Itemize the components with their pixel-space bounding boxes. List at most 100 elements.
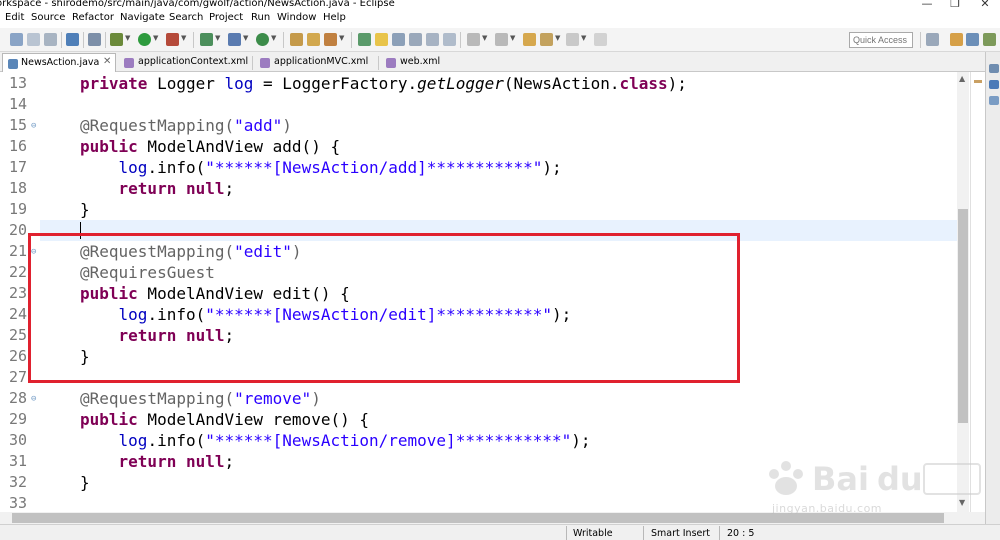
- new-class-icon[interactable]: [256, 33, 269, 46]
- show-whitespace-icon[interactable]: [426, 33, 439, 46]
- restore-view-icon[interactable]: [989, 64, 999, 73]
- chevron-down-icon[interactable]: ▼: [339, 34, 344, 42]
- last-edit-location-icon[interactable]: [523, 33, 536, 46]
- code-token: log: [118, 158, 148, 177]
- back-icon[interactable]: [540, 33, 553, 46]
- code-line[interactable]: 18 return null;: [0, 178, 960, 199]
- show-source-icon[interactable]: [443, 33, 456, 46]
- menu-navigate[interactable]: Navigate: [120, 12, 165, 23]
- save-all-icon[interactable]: [27, 33, 40, 46]
- menu-refactor[interactable]: Refactor: [72, 12, 114, 23]
- chevron-down-icon[interactable]: ▼: [215, 34, 220, 42]
- task-list-icon[interactable]: [989, 96, 999, 105]
- code-line[interactable]: 28 ⊖ @RequestMapping("remove"): [0, 388, 960, 409]
- quick-access-input[interactable]: [849, 32, 913, 48]
- print-icon[interactable]: [44, 33, 57, 46]
- menu-project[interactable]: Project: [209, 12, 243, 23]
- close-window-icon[interactable]: ✕: [970, 0, 1000, 10]
- fold-toggle-icon[interactable]: ⊖: [31, 116, 36, 137]
- forward-icon[interactable]: [566, 33, 579, 46]
- code-line[interactable]: 15 ⊖ @RequestMapping("add"): [0, 115, 960, 136]
- code-line[interactable]: 29 public ModelAndView remove() {: [0, 409, 960, 430]
- code-line[interactable]: 16 public ModelAndView add() {: [0, 136, 960, 157]
- open-folder-icon[interactable]: [307, 33, 320, 46]
- tab-label: NewsAction.java: [21, 57, 100, 68]
- xml-file-icon: [386, 58, 396, 68]
- line-number: 15: [9, 116, 28, 134]
- search-icon[interactable]: [324, 33, 337, 46]
- tab-applicationmvc-xml[interactable]: applicationMVC.xml: [256, 53, 376, 72]
- tab-applicationcontext-xml[interactable]: applicationContext.xml: [120, 53, 250, 72]
- menu-search[interactable]: Search: [169, 12, 203, 23]
- menu-help[interactable]: Help: [323, 12, 346, 23]
- line-number: 28: [9, 389, 28, 407]
- line-number: 29: [9, 410, 28, 428]
- toolbar-separator: [283, 32, 284, 48]
- minimize-icon[interactable]: —: [912, 0, 942, 10]
- menu-source[interactable]: Source: [31, 12, 65, 23]
- vertical-scroll-thumb[interactable]: [958, 209, 968, 423]
- terminal-icon[interactable]: [66, 33, 79, 46]
- open-perspective-icon[interactable]: [926, 33, 939, 46]
- new-package-icon[interactable]: [228, 33, 241, 46]
- overview-marker[interactable]: [974, 80, 982, 83]
- tab-web-xml[interactable]: web.xml: [382, 53, 452, 72]
- skip-breakpoints-icon[interactable]: [88, 33, 101, 46]
- outline-view-icon[interactable]: [989, 80, 999, 89]
- code-token: ): [311, 389, 321, 408]
- debug-perspective-icon[interactable]: [983, 33, 996, 46]
- code-editor[interactable]: 13 private Logger log = LoggerFactory.get…: [0, 72, 985, 512]
- code-token: = LoggerFactory.: [253, 74, 418, 93]
- chevron-down-icon[interactable]: ▼: [581, 34, 586, 42]
- chevron-down-icon[interactable]: ▼: [181, 34, 186, 42]
- close-icon[interactable]: ✕: [103, 56, 111, 67]
- external-tools-icon[interactable]: [166, 33, 179, 46]
- menu-edit[interactable]: Edit: [5, 12, 24, 23]
- block-selection-icon[interactable]: [409, 33, 422, 46]
- chevron-down-icon[interactable]: ▼: [243, 34, 248, 42]
- code-token: class: [619, 74, 668, 93]
- java-ee-perspective-icon[interactable]: [950, 33, 963, 46]
- tab-separator: [378, 56, 379, 70]
- chevron-down-icon[interactable]: ▼: [153, 34, 158, 42]
- save-icon[interactable]: [10, 33, 23, 46]
- chevron-down-icon[interactable]: ▼: [555, 34, 560, 42]
- code-text: log.info("******[NewsAction/remove]*****…: [80, 430, 591, 451]
- code-token: );: [542, 158, 562, 177]
- code-line[interactable]: 19}: [0, 199, 960, 220]
- overview-ruler[interactable]: [970, 72, 985, 512]
- toggle-mark-occurrences-icon[interactable]: [358, 33, 371, 46]
- code-token: ;: [224, 179, 235, 198]
- code-line[interactable]: 14: [0, 94, 960, 115]
- chevron-down-icon[interactable]: ▼: [510, 34, 515, 42]
- line-number: 17: [9, 158, 28, 176]
- chevron-down-icon[interactable]: ▼: [271, 34, 276, 42]
- toggle-highlight-icon[interactable]: [375, 33, 388, 46]
- open-type-icon[interactable]: [290, 33, 303, 46]
- tab-newsaction-java[interactable]: NewsAction.java ✕: [2, 53, 116, 72]
- run-icon[interactable]: [138, 33, 151, 46]
- tab-label: applicationMVC.xml: [274, 56, 369, 67]
- debug-icon[interactable]: [110, 33, 123, 46]
- code-line[interactable]: 17 log.info("******[NewsAction/add]*****…: [0, 157, 960, 178]
- menu-window[interactable]: Window: [277, 12, 316, 23]
- vertical-scrollbar[interactable]: ▲ ▼: [957, 72, 969, 512]
- next-annotation-icon[interactable]: [467, 33, 480, 46]
- code-line[interactable]: 13 private Logger log = LoggerFactory.get…: [0, 73, 960, 94]
- code-line[interactable]: 30 log.info("******[NewsAction/remove]**…: [0, 430, 960, 451]
- menu-run[interactable]: Run: [251, 12, 270, 23]
- java-perspective-icon[interactable]: [966, 33, 979, 46]
- status-writable: Writable: [573, 528, 613, 539]
- chevron-down-icon[interactable]: ▼: [482, 34, 487, 42]
- word-wrap-icon[interactable]: [392, 33, 405, 46]
- scroll-up-icon[interactable]: ▲: [959, 74, 965, 83]
- line-number: 31: [9, 452, 28, 470]
- chevron-down-icon[interactable]: ▼: [125, 34, 130, 42]
- new-java-project-icon[interactable]: [200, 33, 213, 46]
- restore-icon[interactable]: ❐: [940, 0, 970, 10]
- previous-annotation-icon[interactable]: [495, 33, 508, 46]
- code-token: null: [185, 179, 225, 198]
- fold-toggle-icon[interactable]: ⊖: [31, 389, 36, 410]
- pin-editor-icon[interactable]: [594, 33, 607, 46]
